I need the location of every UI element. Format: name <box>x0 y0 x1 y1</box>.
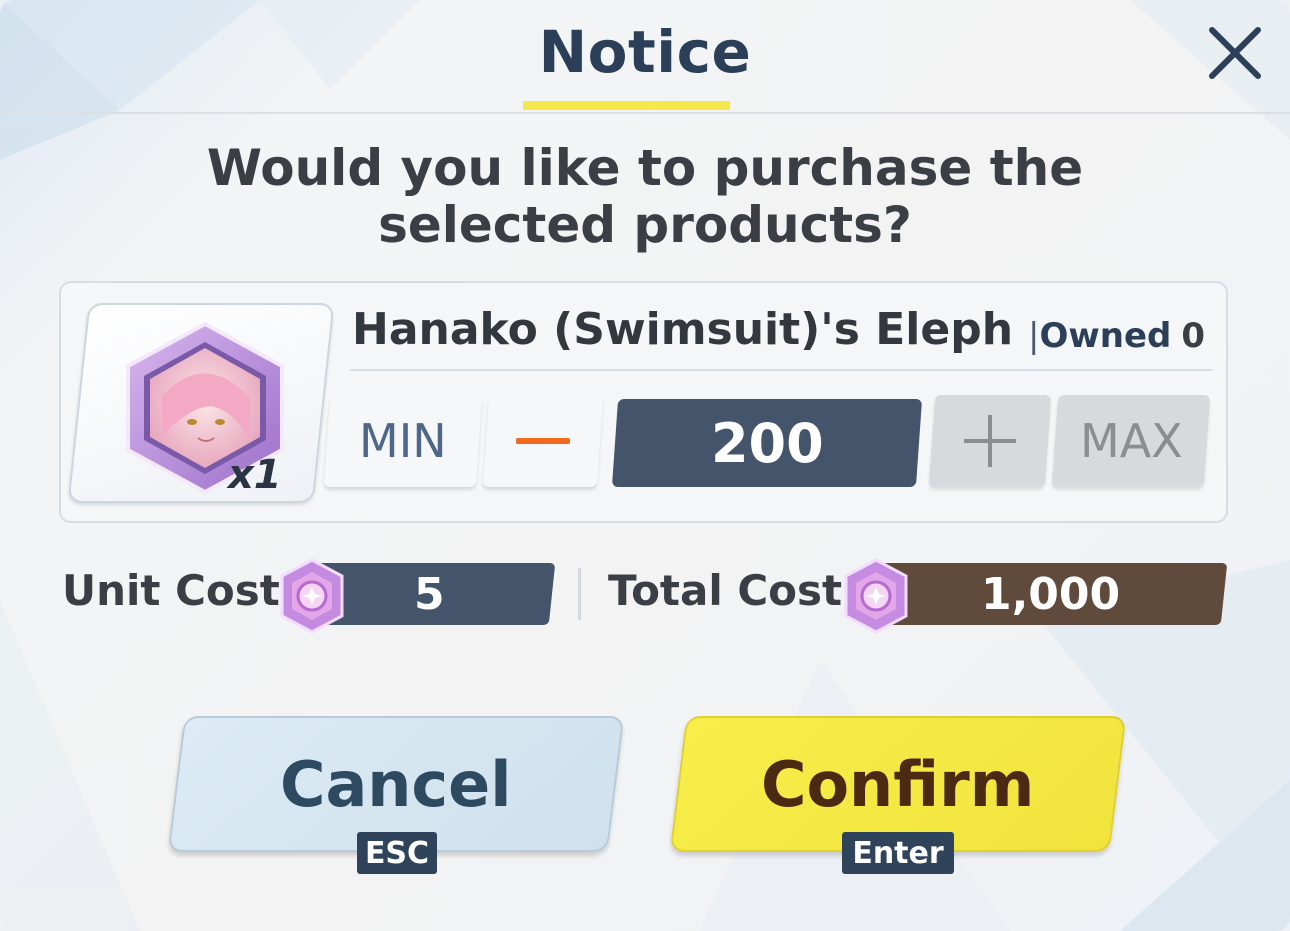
cancel-button-label: Cancel <box>280 747 512 821</box>
gem-icon <box>844 558 908 634</box>
dialog-header: Notice <box>0 0 1290 114</box>
item-quantity-badge: x1 <box>228 452 282 498</box>
plus-icon <box>964 415 1016 467</box>
unit-cost-label: Unit Cost <box>62 566 280 615</box>
min-button-label: MIN <box>359 414 447 468</box>
owned-count: |Owned 0 <box>1028 316 1205 356</box>
notice-dialog: Notice Would you like to purchase the se… <box>0 0 1290 931</box>
decrement-button[interactable] <box>482 395 604 487</box>
close-button[interactable] <box>1204 22 1266 84</box>
max-button-label: MAX <box>1079 414 1183 468</box>
divider-line <box>350 369 1212 371</box>
gem-icon <box>280 558 344 634</box>
confirm-button-label: Confirm <box>761 747 1035 821</box>
min-button[interactable]: MIN <box>323 395 483 487</box>
max-button[interactable]: MAX <box>1051 395 1211 487</box>
unit-cost-value: 5 <box>413 568 445 620</box>
purchase-question: Would you like to purchase the selected … <box>206 139 1084 254</box>
owned-label: Owned <box>1039 316 1172 356</box>
owned-separator: | <box>1028 316 1040 356</box>
minus-icon <box>516 438 570 444</box>
increment-button[interactable] <box>928 395 1052 487</box>
total-cost-value: 1,000 <box>981 568 1121 620</box>
quantity-field[interactable]: 200 <box>611 399 923 487</box>
esc-key-hint: ESC <box>357 832 437 874</box>
title-underline <box>523 101 730 110</box>
close-icon <box>1209 27 1261 79</box>
dialog-title: Notice <box>538 18 752 86</box>
enter-key-hint: Enter <box>842 832 954 874</box>
cost-divider <box>578 568 581 620</box>
owned-value: 0 <box>1181 316 1206 356</box>
item-name: Hanako (Swimsuit)'s Eleph <box>352 304 1014 355</box>
quantity-value: 200 <box>710 411 824 475</box>
total-cost-label: Total Cost <box>608 566 843 615</box>
total-cost-bar: 1,000 <box>874 563 1228 625</box>
